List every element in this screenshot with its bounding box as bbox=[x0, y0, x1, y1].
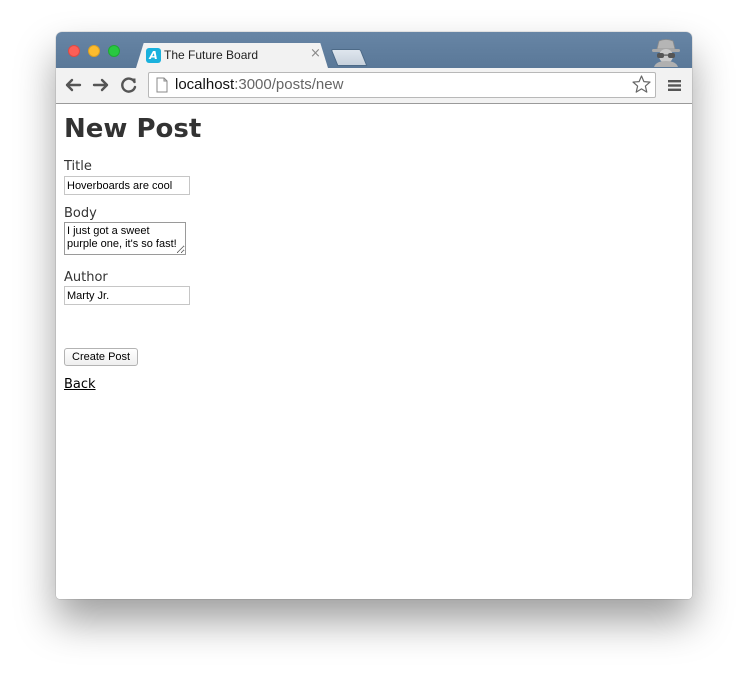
incognito-icon bbox=[652, 39, 680, 67]
url-text: localhost:3000/posts/new bbox=[175, 76, 343, 93]
page-content: New Post Title Body I just got a sweet p… bbox=[56, 104, 692, 599]
url-path: :3000/posts/new bbox=[234, 76, 344, 93]
tab-the-future-board[interactable]: A The Future Board × bbox=[136, 43, 328, 68]
reload-icon[interactable] bbox=[120, 76, 138, 94]
favicon-icon: A bbox=[146, 48, 161, 63]
star-icon[interactable] bbox=[631, 74, 652, 95]
new-tab-button[interactable] bbox=[330, 49, 368, 66]
body-textarea[interactable]: I just got a sweet purple one, it's so f… bbox=[64, 222, 186, 255]
url-host: localhost bbox=[175, 76, 235, 93]
arrow-right-icon[interactable] bbox=[92, 76, 110, 94]
create-post-button[interactable]: Create Post bbox=[64, 348, 139, 366]
browser-window: A The Future Board × localhost:3000/post… bbox=[56, 32, 692, 599]
page-title: New Post bbox=[64, 114, 202, 144]
zoom-window-button[interactable] bbox=[108, 45, 120, 57]
close-window-button[interactable] bbox=[68, 45, 80, 57]
tab-title: The Future Board bbox=[164, 48, 259, 62]
hamburger-menu-icon[interactable] bbox=[668, 79, 681, 92]
address-bar[interactable]: localhost:3000/posts/new bbox=[148, 72, 656, 98]
author-label: Author bbox=[64, 270, 108, 285]
minimize-window-button[interactable] bbox=[88, 45, 100, 57]
title-bar: A The Future Board × bbox=[56, 32, 692, 68]
body-label: Body bbox=[64, 206, 97, 221]
browser-toolbar: localhost:3000/posts/new bbox=[56, 68, 692, 104]
arrow-left-icon[interactable] bbox=[64, 76, 82, 94]
page-icon bbox=[156, 77, 168, 93]
title-label: Title bbox=[64, 159, 92, 174]
back-link[interactable]: Back bbox=[64, 377, 96, 392]
title-input[interactable] bbox=[64, 176, 190, 195]
author-input[interactable] bbox=[64, 286, 190, 305]
tab-close-icon[interactable]: × bbox=[310, 46, 321, 61]
